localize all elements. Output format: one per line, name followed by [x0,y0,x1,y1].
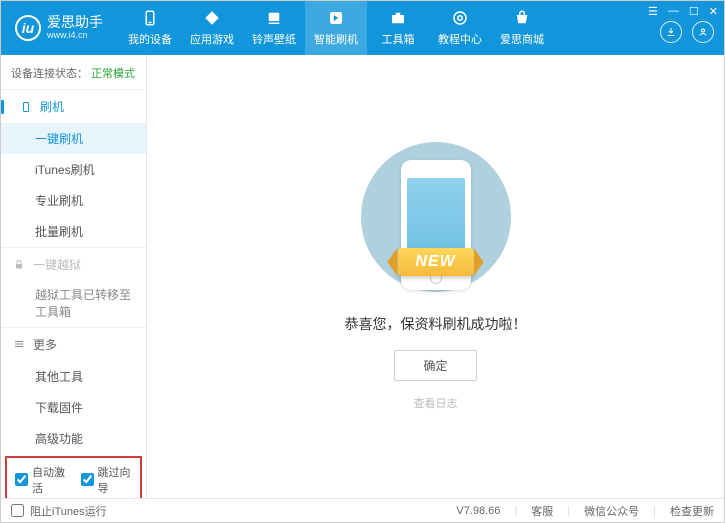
app-logo-icon: iu [15,15,41,41]
header: iu 爱思助手 www.i4.cn 我的设备 应用游戏 铃声壁纸 智能刷机 [1,1,724,55]
app-window: iu 爱思助手 www.i4.cn 我的设备 应用游戏 铃声壁纸 智能刷机 [0,0,725,523]
nav-label: 我的设备 [128,31,172,47]
brand: iu 爱思助手 www.i4.cn [1,15,113,41]
cat-label: 刷机 [40,98,64,115]
main-content: NEW 恭喜您，保资料刷机成功啦！ 确定 查看日志 [147,55,724,498]
cat-label: 更多 [33,336,57,353]
close-button[interactable]: ✕ [709,5,718,18]
skip-guide-checkbox[interactable]: 跳过向导 [81,464,133,496]
apps-icon [203,9,221,27]
footer: 阻止iTunes运行 V7.98.66 | 客服 | 微信公众号 | 检查更新 [1,498,724,522]
nav-label: 工具箱 [382,31,415,47]
status-value: 正常模式 [91,68,135,80]
more-icon [13,338,25,350]
menu-icon[interactable]: ☰ [648,5,658,18]
flash-icon [327,9,345,27]
nav-label: 爱思商城 [500,31,544,47]
nav-ringtones[interactable]: 铃声壁纸 [243,1,305,55]
category-more: 更多 其他工具 下载固件 高级功能 [1,327,146,454]
phone-outline-icon [20,100,32,114]
nav-apps-games[interactable]: 应用游戏 [181,1,243,55]
tutorial-icon [451,9,469,27]
user-button[interactable] [692,21,714,43]
app-url: www.i4.cn [47,31,103,41]
nav-label: 应用游戏 [190,31,234,47]
check-update-link[interactable]: 检查更新 [670,503,714,519]
window-controls: ☰ ― ☐ ✕ [648,5,718,18]
nav-label: 教程中心 [438,31,482,47]
success-illustration: NEW [361,142,511,292]
header-right [660,21,714,43]
cat-head-more[interactable]: 更多 [1,328,146,361]
sidebar-item-download-fw[interactable]: 下载固件 [1,392,146,423]
nav-store[interactable]: 爱思商城 [491,1,553,55]
view-log-link[interactable]: 查看日志 [414,395,458,411]
download-button[interactable] [660,21,682,43]
nav-my-device[interactable]: 我的设备 [119,1,181,55]
category-flash: 刷机 一键刷机 iTunes刷机 专业刷机 批量刷机 [1,89,146,247]
maximize-button[interactable]: ☐ [689,5,699,18]
store-icon [513,9,531,27]
phone-icon [141,9,159,27]
cat-head-flash[interactable]: 刷机 [1,90,146,123]
body: 设备连接状态： 正常模式 刷机 一键刷机 iTunes刷机 专业刷机 批量刷机 … [1,55,724,498]
app-title: 爱思助手 [47,15,103,30]
support-link[interactable]: 客服 [531,503,553,519]
cat-label: 一键越狱 [33,256,81,273]
sidebar-item-advanced[interactable]: 高级功能 [1,423,146,454]
version-label: V7.98.66 [456,505,500,517]
block-itunes-checkbox[interactable]: 阻止iTunes运行 [11,503,107,519]
options-box: 自动激活 跳过向导 [5,456,142,498]
sidebar-item-batch[interactable]: 批量刷机 [1,216,146,247]
nav-toolbox[interactable]: 工具箱 [367,1,429,55]
toolbox-icon [389,9,407,27]
sidebar-item-pro[interactable]: 专业刷机 [1,185,146,216]
jailbreak-note: 越狱工具已转移至 工具箱 [1,281,146,327]
nav-label: 铃声壁纸 [252,31,296,47]
sidebar-item-other[interactable]: 其他工具 [1,361,146,392]
success-message: 恭喜您，保资料刷机成功啦！ [345,314,527,334]
sidebar: 设备连接状态： 正常模式 刷机 一键刷机 iTunes刷机 专业刷机 批量刷机 … [1,55,147,498]
cat-head-jailbreak[interactable]: 一键越狱 [1,248,146,281]
wechat-link[interactable]: 微信公众号 [584,503,639,519]
nav-tutorials[interactable]: 教程中心 [429,1,491,55]
ringtone-icon [265,9,283,27]
auto-activate-checkbox[interactable]: 自动激活 [15,464,67,496]
confirm-button[interactable]: 确定 [394,350,476,381]
lock-icon [13,259,25,271]
nav-smart-flash[interactable]: 智能刷机 [305,1,367,55]
sidebar-item-itunes[interactable]: iTunes刷机 [1,154,146,185]
connection-status: 设备连接状态： 正常模式 [1,55,146,89]
new-banner: NEW [397,248,473,276]
top-nav: 我的设备 应用游戏 铃声壁纸 智能刷机 工具箱 教程中心 [119,1,553,55]
minimize-button[interactable]: ― [668,5,679,18]
category-jailbreak: 一键越狱 越狱工具已转移至 工具箱 [1,247,146,327]
sidebar-item-oneclick[interactable]: 一键刷机 [1,123,146,154]
nav-label: 智能刷机 [314,31,358,47]
